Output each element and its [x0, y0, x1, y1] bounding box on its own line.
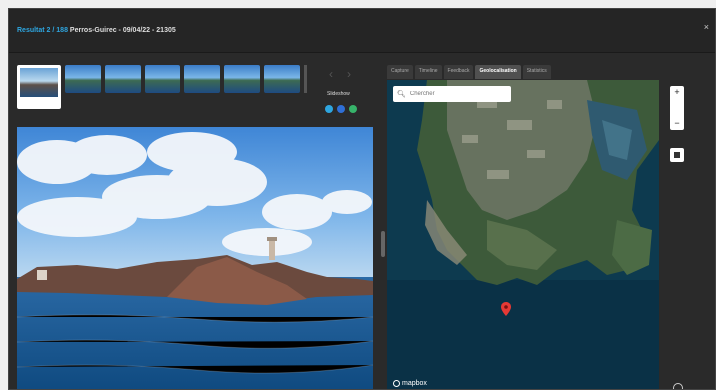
- tab-statistics[interactable]: Statistics: [522, 65, 551, 79]
- tab-capture[interactable]: Capture: [387, 65, 413, 79]
- thumbnail[interactable]: [64, 65, 101, 93]
- image-viewer-window: Resultat 2 / 188 Perros-Guirec - 09/04/2…: [8, 8, 716, 390]
- next-arrow-icon[interactable]: ›: [347, 67, 351, 81]
- mapbox-logo: mapbox: [393, 380, 427, 387]
- zoom-control: + −: [670, 86, 684, 130]
- main-photo: [17, 127, 373, 389]
- close-icon[interactable]: ×: [704, 22, 709, 32]
- window-title: Resultat 2 / 188 Perros-Guirec - 09/04/2…: [17, 27, 176, 34]
- thumbnail-scrollbar[interactable]: [304, 65, 307, 93]
- slideshow-label[interactable]: Slideshow: [327, 91, 350, 97]
- zoom-out-button[interactable]: −: [674, 119, 679, 128]
- info-button[interactable]: [325, 105, 333, 113]
- thumbnail-strip[interactable]: [17, 65, 307, 109]
- tab-timeline[interactable]: Timeline: [414, 65, 442, 79]
- slide-nav: ‹ ›: [329, 67, 351, 81]
- details-panel: Capture Timeline Feedback Geolocalisatio…: [387, 53, 715, 389]
- share-button[interactable]: [337, 105, 345, 113]
- tab-geolocalisation[interactable]: Geolocalisation: [475, 65, 521, 79]
- thumbnail[interactable]: [184, 65, 221, 93]
- photo-caption: Perros-Guirec - 09/04/22 - 21305: [67, 27, 176, 34]
- photo-panel: ‹ › Slideshow: [9, 53, 385, 389]
- panel-scrollbar[interactable]: [381, 231, 385, 257]
- layers-icon: [674, 152, 680, 158]
- layers-button[interactable]: [670, 148, 684, 162]
- result-counter: Resultat 2 / 188: [17, 27, 68, 34]
- thumbnail[interactable]: [264, 65, 301, 93]
- action-buttons: [325, 105, 357, 113]
- mapbox-label: mapbox: [402, 380, 427, 387]
- details-tabs: Capture Timeline Feedback Geolocalisatio…: [387, 65, 551, 79]
- location-pin-icon[interactable]: [501, 302, 511, 321]
- thumbnail[interactable]: [224, 65, 261, 93]
- thumbnail-active[interactable]: [17, 65, 61, 109]
- zoom-in-button[interactable]: +: [674, 88, 679, 97]
- thumbnail[interactable]: [144, 65, 181, 93]
- mapbox-logo-icon: [393, 380, 400, 387]
- download-button[interactable]: [349, 105, 357, 113]
- satellite-map[interactable]: 🔍︎ mapbox: [387, 80, 659, 389]
- prev-arrow-icon[interactable]: ‹: [329, 67, 333, 81]
- thumbnail[interactable]: [104, 65, 141, 93]
- map-search[interactable]: 🔍︎: [393, 86, 511, 102]
- title-bar: Resultat 2 / 188 Perros-Guirec - 09/04/2…: [9, 9, 715, 53]
- search-icon: 🔍︎: [397, 91, 406, 98]
- compass-icon[interactable]: [673, 383, 683, 389]
- search-input[interactable]: [409, 91, 505, 97]
- tab-feedback[interactable]: Feedback: [443, 65, 474, 79]
